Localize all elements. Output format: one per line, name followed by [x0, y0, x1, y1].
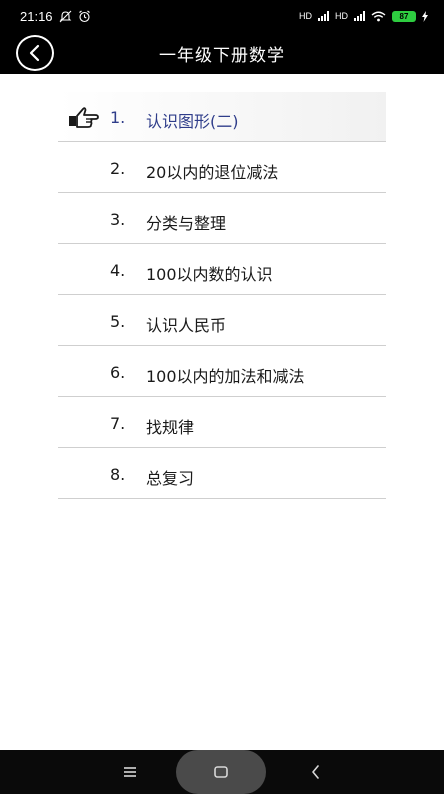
lesson-item-5[interactable]: 5. 认识人民币: [58, 296, 386, 346]
lesson-item-7[interactable]: 7. 找规律: [58, 398, 386, 448]
lesson-title: 100以内的加法和减法: [146, 367, 305, 386]
lesson-number: 8.: [110, 465, 126, 484]
lesson-number: 5.: [110, 312, 126, 331]
mute-bell-icon: [59, 10, 71, 22]
lesson-number: 7.: [110, 414, 126, 433]
lesson-title: 找规律: [146, 418, 195, 437]
lesson-item-2[interactable]: 2. 20以内的退位减法: [58, 143, 386, 193]
wifi-icon: [371, 11, 386, 21]
lesson-number: 1.: [110, 108, 126, 127]
charging-icon: [422, 10, 428, 22]
lesson-item-3[interactable]: 3. 分类与整理: [58, 194, 386, 244]
lesson-title: 认识人民币: [146, 316, 227, 335]
lesson-number: 3.: [110, 210, 126, 229]
home-button[interactable]: [206, 762, 236, 782]
page-title: 一年级下册数学: [159, 45, 285, 66]
menu-icon: [124, 767, 136, 777]
lesson-item-6[interactable]: 6. 100以内的加法和减法: [58, 347, 386, 397]
lesson-title: 总复习: [146, 469, 195, 488]
system-nav-bar: [0, 750, 444, 794]
lesson-item-1[interactable]: 1. 认识图形(二): [58, 92, 386, 142]
network-label-1: HD: [299, 11, 312, 21]
lesson-title: 20以内的退位减法: [146, 163, 279, 182]
signal-icon-2: [354, 11, 365, 21]
menu-button[interactable]: [116, 762, 144, 782]
home-icon: [214, 766, 228, 778]
lesson-number: 4.: [110, 261, 126, 280]
header-bar: 一年级下册数学: [0, 32, 444, 74]
lesson-number: 2.: [110, 159, 126, 178]
status-time: 21:16: [20, 8, 53, 24]
network-label-2: HD: [335, 11, 348, 21]
alarm-icon: [78, 10, 90, 22]
lesson-item-4[interactable]: 4. 100以内数的认识: [58, 245, 386, 295]
lesson-title: 100以内数的认识: [146, 265, 273, 284]
lesson-number: 6.: [110, 363, 126, 382]
lesson-title: 认识图形(二): [146, 112, 239, 131]
back-button[interactable]: [16, 35, 54, 71]
lesson-title: 分类与整理: [146, 214, 227, 233]
nav-back-button[interactable]: [302, 762, 330, 782]
lesson-item-8[interactable]: 8. 总复习: [58, 449, 386, 499]
signal-icon: [318, 11, 329, 21]
battery-icon: 87: [392, 10, 416, 22]
chevron-left-icon: [29, 44, 40, 62]
status-bar: 21:16 HD HD 87: [0, 0, 444, 32]
back-icon: [312, 765, 319, 779]
pointing-hand-icon: [69, 107, 99, 128]
